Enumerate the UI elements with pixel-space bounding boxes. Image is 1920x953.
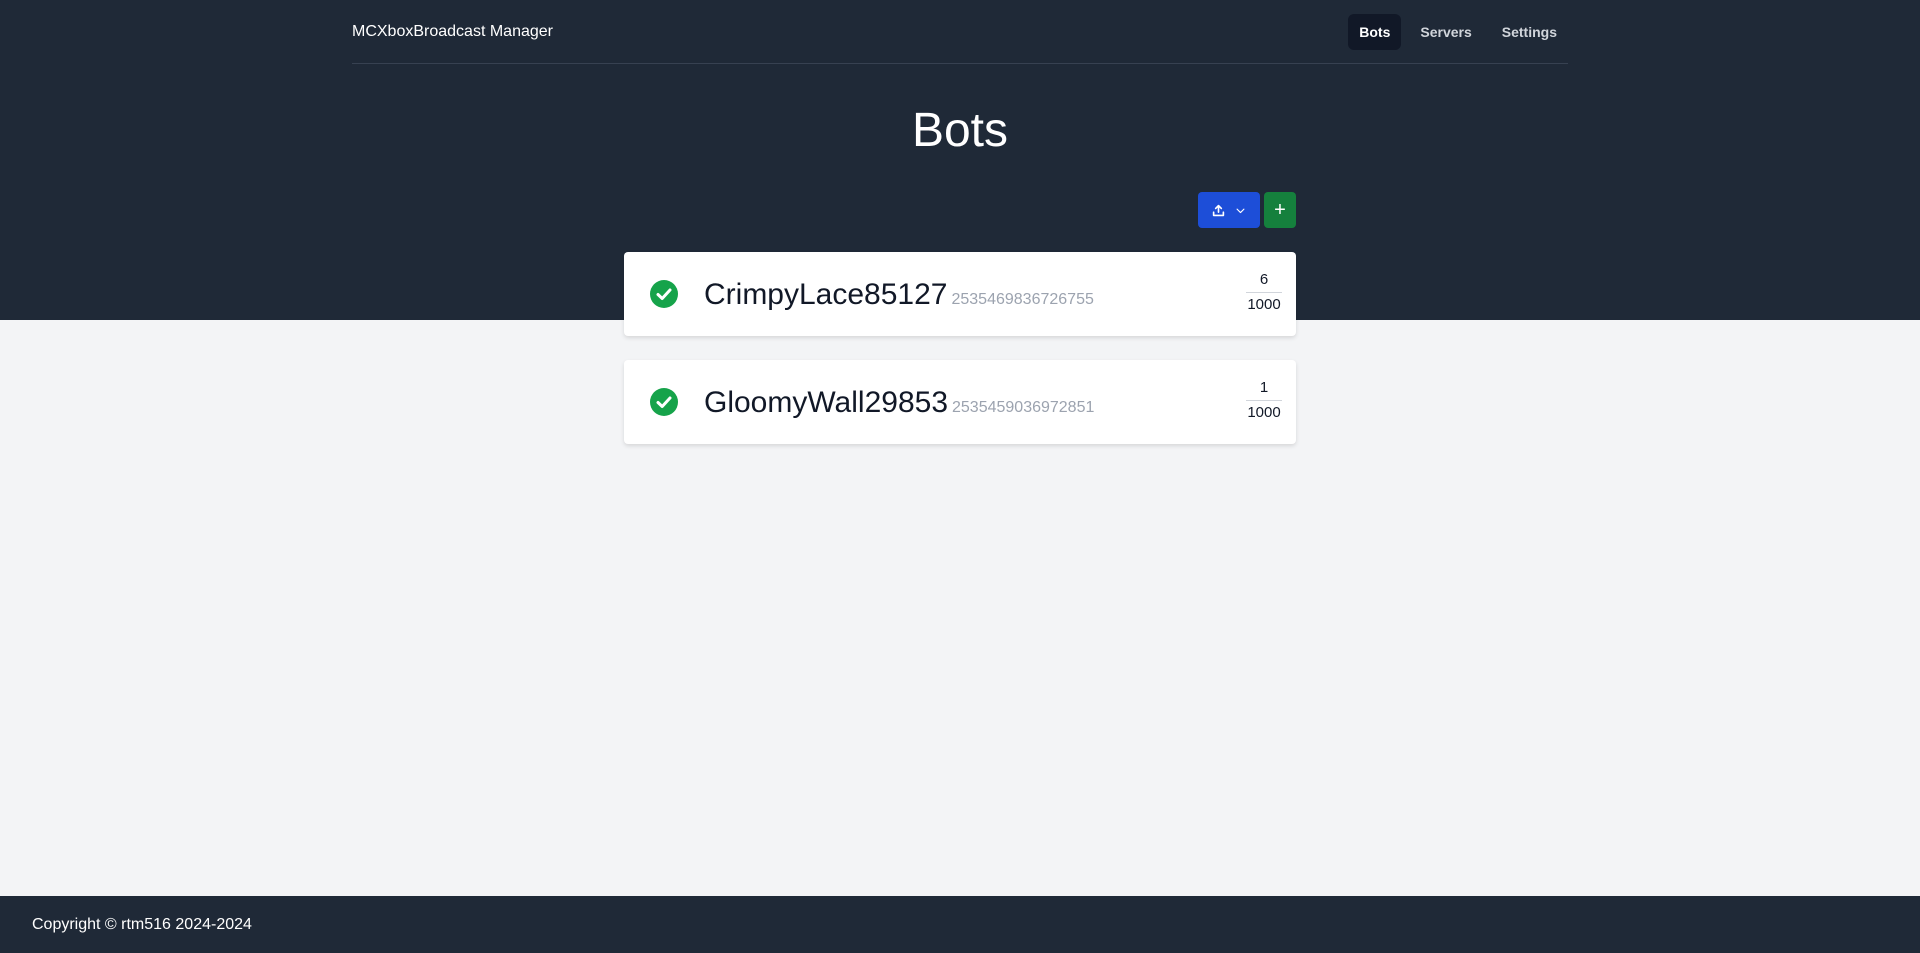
check-circle-icon [650, 388, 678, 416]
bot-name: CrimpyLace85127 2535469836726755 [704, 278, 1094, 317]
page-title: Bots [911, 104, 1009, 157]
footer: Copyright © rtm516 2024-2024 [0, 896, 1920, 953]
check-circle-icon [650, 280, 678, 308]
copyright-text: Copyright © rtm516 2024-2024 [32, 916, 252, 933]
max-players: 1000 [1247, 296, 1281, 313]
export-dropdown-button[interactable] [1198, 192, 1260, 228]
player-count: 1 1000 [1246, 378, 1282, 423]
bot-name-label: CrimpyLace85127 [704, 278, 948, 311]
nav-item-settings[interactable]: Settings [1491, 14, 1568, 50]
brand-title[interactable]: MCXboxBroadcast Manager [352, 22, 553, 42]
bot-toolbar: + [1198, 192, 1296, 228]
player-count: 6 1000 [1246, 270, 1282, 315]
current-players: 1 [1246, 378, 1282, 401]
bot-card[interactable]: GloomyWall29853 2535459036972851 1 1000 [624, 360, 1296, 444]
bot-id: 2535469836726755 [951, 291, 1094, 308]
upload-icon [1212, 204, 1225, 216]
bot-name-label: GloomyWall29853 [704, 386, 948, 419]
nav-item-servers[interactable]: Servers [1409, 14, 1482, 50]
chevron-down-icon [1236, 208, 1245, 213]
max-players: 1000 [1247, 404, 1281, 421]
add-bot-button[interactable]: + [1264, 192, 1296, 228]
nav-menu: Bots Servers Settings [1348, 14, 1568, 50]
bot-name: GloomyWall29853 2535459036972851 [704, 386, 1094, 425]
current-players: 6 [1246, 270, 1282, 293]
bot-id: 2535459036972851 [952, 399, 1095, 416]
navbar: MCXboxBroadcast Manager Bots Servers Set… [352, 0, 1568, 64]
nav-item-bots[interactable]: Bots [1348, 14, 1402, 50]
bot-card[interactable]: CrimpyLace85127 2535469836726755 6 1000 [624, 252, 1296, 336]
